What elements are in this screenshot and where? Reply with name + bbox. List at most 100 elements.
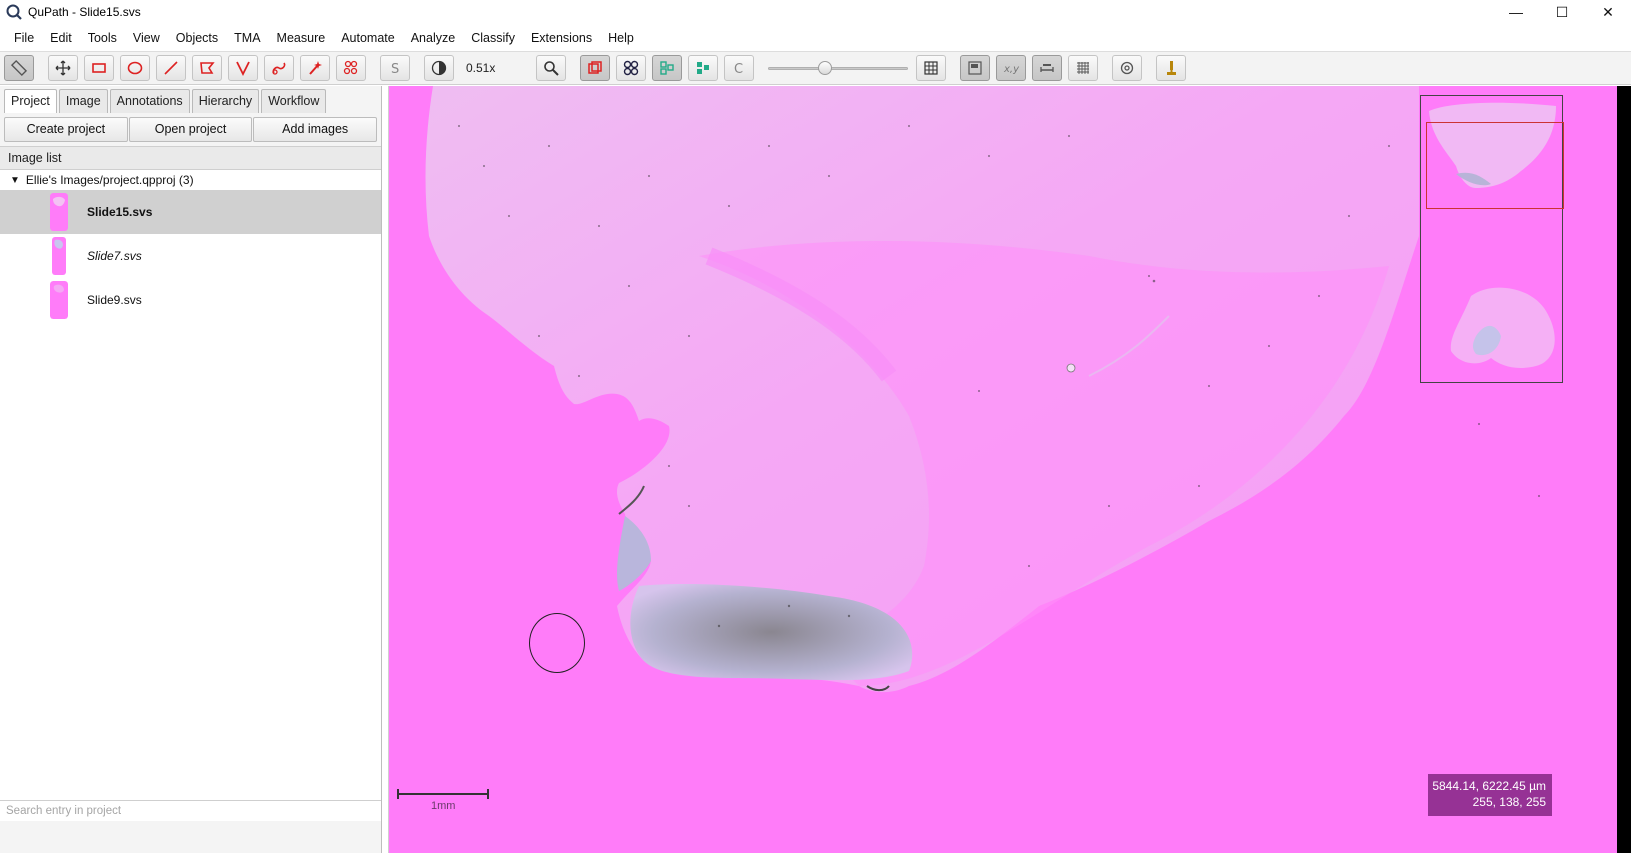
line-tool-button[interactable] xyxy=(156,55,186,81)
points-tool-button[interactable] xyxy=(336,55,366,81)
create-project-button[interactable]: Create project xyxy=(4,117,128,142)
points-icon xyxy=(343,60,358,75)
show-tma-grid-button[interactable] xyxy=(616,55,646,81)
rectangle-icon xyxy=(92,63,106,73)
scale-bar-line xyxy=(397,793,489,795)
minimize-button[interactable]: — xyxy=(1493,0,1539,24)
coords-micrometers: 5844.14, 6222.45 µm xyxy=(1432,779,1546,793)
image-viewer[interactable]: 1mm 5844.14, 6222.45 µm 255, 138, 255 xyxy=(388,86,1631,853)
menu-bar: File Edit Tools View Objects TMA Measure… xyxy=(0,26,1631,50)
list-item-slide9[interactable]: Slide9.svs xyxy=(0,278,381,322)
menu-view[interactable]: View xyxy=(125,27,168,49)
list-item-slide7[interactable]: Slide7.svs xyxy=(0,234,381,278)
contrast-icon xyxy=(431,60,447,76)
show-connections-button[interactable]: C xyxy=(724,55,754,81)
show-location-button[interactable]: x,y xyxy=(996,55,1026,81)
tab-hierarchy[interactable]: Hierarchy xyxy=(191,89,260,113)
ellipse-tool-button[interactable] xyxy=(120,55,150,81)
polyline-icon xyxy=(236,61,250,77)
annotations-icon xyxy=(588,61,602,74)
fill-detections-button[interactable] xyxy=(688,55,718,81)
slider-thumb[interactable] xyxy=(818,61,832,75)
project-search[interactable] xyxy=(0,800,381,821)
maximize-button[interactable]: ☐ xyxy=(1539,0,1585,24)
move-tool-button[interactable] xyxy=(48,55,78,81)
open-project-button[interactable]: Open project xyxy=(128,117,253,142)
image-name: Slide15.svs xyxy=(87,205,153,219)
grid-icon xyxy=(924,61,938,75)
list-item-slide15[interactable]: Slide15.svs xyxy=(0,190,381,234)
menu-extensions[interactable]: Extensions xyxy=(523,27,600,49)
tab-project[interactable]: Project xyxy=(4,89,57,113)
show-overview-button[interactable] xyxy=(960,55,990,81)
magic-wand-icon xyxy=(309,61,322,75)
ellipse-icon xyxy=(127,61,143,75)
menu-analyze[interactable]: Analyze xyxy=(403,27,463,49)
brush-icon xyxy=(272,62,286,75)
move-icon xyxy=(55,60,71,76)
menu-help[interactable]: Help xyxy=(600,27,642,49)
overview-viewport[interactable] xyxy=(1426,122,1564,209)
tab-workflow[interactable]: Workflow xyxy=(261,89,327,113)
window-controls: — ☐ ✕ xyxy=(1493,0,1631,24)
title-bar: QuPath - Slide15.svs — ☐ ✕ xyxy=(0,0,1631,24)
brush-tool-button[interactable] xyxy=(264,55,294,81)
expand-arrow-icon[interactable]: ▼ xyxy=(10,175,20,186)
selection-s-icon: S xyxy=(391,62,399,77)
brightness-contrast-button[interactable] xyxy=(424,55,454,81)
polygon-tool-button[interactable] xyxy=(192,55,222,81)
show-grid-button[interactable] xyxy=(916,55,946,81)
close-button[interactable]: ✕ xyxy=(1585,0,1631,24)
overview-icon xyxy=(968,61,982,75)
selection-mode-button[interactable]: S xyxy=(380,55,410,81)
svg-text:x,y: x,y xyxy=(1003,64,1020,75)
gear-icon xyxy=(1120,61,1134,75)
microscope-icon xyxy=(1167,61,1176,75)
coords-rgb: 255, 138, 255 xyxy=(1472,795,1546,809)
menu-measure[interactable]: Measure xyxy=(269,27,334,49)
show-pixel-grid-button[interactable] xyxy=(1068,55,1098,81)
panel-tabs: Project Image Annotations Hierarchy Work… xyxy=(4,89,328,115)
opacity-slider[interactable] xyxy=(768,55,908,81)
svg-text:S: S xyxy=(391,62,399,77)
polygon-icon xyxy=(200,62,215,74)
annotation-panel-toggle-button[interactable] xyxy=(4,55,34,81)
rectangle-tool-button[interactable] xyxy=(84,55,114,81)
image-name: Slide9.svs xyxy=(87,293,142,307)
scale-bar xyxy=(397,789,489,799)
show-annotations-button[interactable] xyxy=(580,55,610,81)
wand-tool-button[interactable] xyxy=(300,55,330,81)
slider-track xyxy=(768,67,908,70)
menu-file[interactable]: File xyxy=(6,27,42,49)
show-detections-button[interactable] xyxy=(652,55,682,81)
add-images-button[interactable]: Add images xyxy=(253,117,378,142)
slide-thumbnail xyxy=(50,193,68,231)
menu-classify[interactable]: Classify xyxy=(463,27,523,49)
microscope-button[interactable] xyxy=(1156,55,1186,81)
tab-annotations[interactable]: Annotations xyxy=(109,89,190,113)
qupath-logo-icon xyxy=(6,4,22,20)
svg-text:C: C xyxy=(734,62,743,77)
menu-automate[interactable]: Automate xyxy=(333,27,403,49)
connections-c-icon: C xyxy=(734,62,743,77)
polyline-tool-button[interactable] xyxy=(228,55,258,81)
magnifier-icon xyxy=(544,61,559,76)
tab-image[interactable]: Image xyxy=(58,89,108,113)
project-root-node[interactable]: ▼ Ellie's Images/project.qpproj (3) xyxy=(0,170,381,190)
menu-tools[interactable]: Tools xyxy=(80,27,125,49)
preferences-button[interactable] xyxy=(1112,55,1142,81)
search-input[interactable] xyxy=(6,805,381,817)
zoom-to-fit-button[interactable] xyxy=(536,55,566,81)
scale-bar-label: 1mm xyxy=(431,800,456,812)
menu-objects[interactable]: Objects xyxy=(168,27,226,49)
show-scalebar-button[interactable] xyxy=(1032,55,1062,81)
tma-grid-icon xyxy=(623,60,639,76)
slide-thumbnail xyxy=(50,281,68,319)
menu-tma[interactable]: TMA xyxy=(226,27,268,49)
brush-cursor xyxy=(529,613,585,673)
project-buttons: Create project Open project Add images xyxy=(4,117,378,142)
menu-edit[interactable]: Edit xyxy=(42,27,80,49)
image-name: Slide7.svs xyxy=(87,249,142,263)
overview-thumbnail[interactable] xyxy=(1420,95,1564,383)
scalebar-icon xyxy=(1040,64,1054,72)
